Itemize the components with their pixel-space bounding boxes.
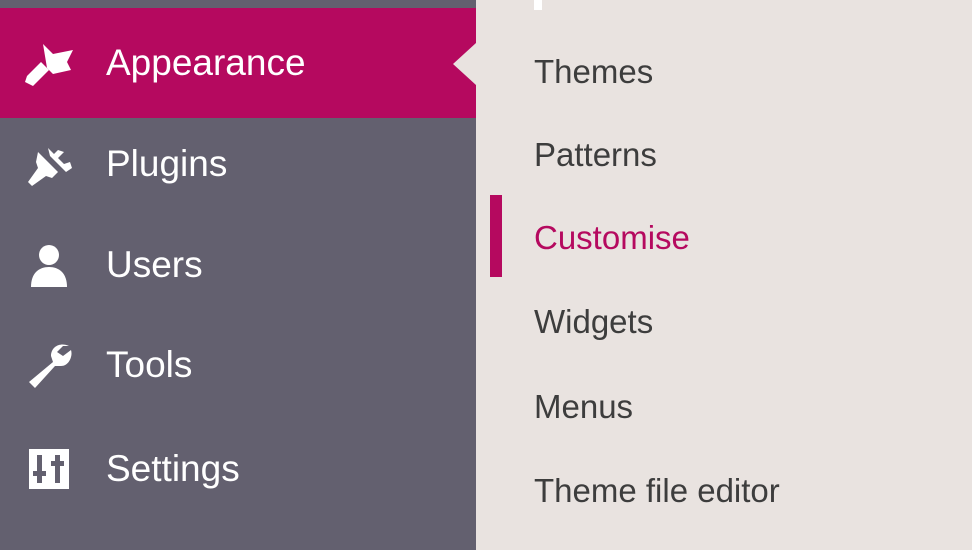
submenu-item-themes[interactable]: Themes — [534, 52, 653, 92]
sidebar-item-tools[interactable]: Tools — [0, 314, 476, 416]
sidebar-item-users[interactable]: Users — [0, 214, 476, 316]
sliders-icon — [22, 444, 76, 494]
submenu-item-customise[interactable]: Customise — [534, 218, 690, 258]
wrench-icon — [22, 340, 76, 390]
sidebar-item-label: Appearance — [106, 42, 306, 83]
top-divider — [534, 0, 542, 10]
appearance-submenu: Themes Patterns Customise Widgets Menus … — [476, 0, 972, 550]
sidebar-item-label: Tools — [106, 344, 193, 385]
sidebar-item-settings[interactable]: Settings — [0, 418, 476, 520]
submenu-item-theme-file-editor[interactable]: Theme file editor — [534, 471, 780, 511]
sidebar-item-plugins[interactable]: Plugins — [0, 113, 476, 215]
sidebar-item-label: Settings — [106, 448, 240, 489]
user-icon — [22, 240, 76, 290]
submenu-item-menus[interactable]: Menus — [534, 387, 633, 427]
active-pointer-arrow — [453, 43, 476, 85]
paintbrush-icon — [22, 38, 76, 88]
plug-icon — [22, 139, 76, 189]
sidebar-item-label: Users — [106, 244, 203, 285]
submenu-item-widgets[interactable]: Widgets — [534, 302, 653, 342]
current-item-indicator — [490, 195, 502, 277]
sidebar-item-label: Plugins — [106, 143, 228, 184]
admin-sidebar: Appearance Plugins Users Tools Settings — [0, 0, 476, 550]
sidebar-top-strip — [0, 0, 476, 8]
sidebar-item-appearance[interactable]: Appearance — [0, 8, 476, 118]
submenu-item-patterns[interactable]: Patterns — [534, 135, 657, 175]
